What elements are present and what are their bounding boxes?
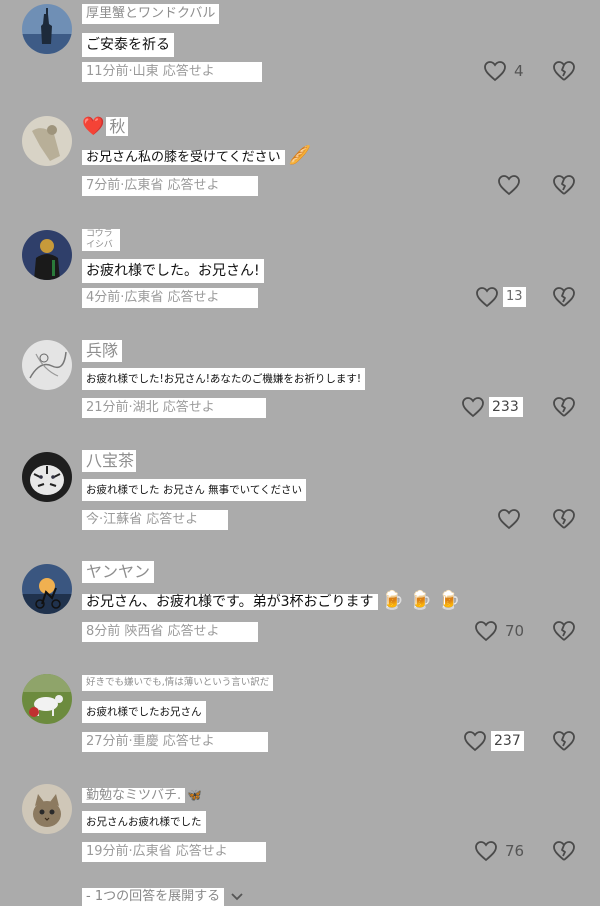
dislike-button[interactable] [552,508,576,530]
dislike-button[interactable] [552,396,576,418]
username[interactable]: ヤンヤン [82,561,155,583]
dislike-button[interactable] [552,730,576,752]
username[interactable]: 八宝茶 [82,450,136,472]
expand-replies-button[interactable]: - 1つの回答を展開する [82,888,225,906]
like-button[interactable]: 70 [474,620,527,642]
comment-item: 八宝茶 お疲れ様でした お兄さん 無事でいてください 今·江蘇省 応答せよ [0,448,600,556]
heart-outline-icon [498,175,520,196]
like-count: 4 [514,62,524,80]
sketch-figure-avatar [22,116,72,166]
like-button[interactable]: 76 [474,840,527,862]
broken-heart-icon [553,509,575,529]
person-back-avatar [22,230,72,280]
beer-emoji-icon: 🍺🍺🍺 [381,590,467,611]
comment-item: 勤勉なミツバチ. 🦋 お兄さんお疲れ様でした 19分前·広東省 応答せよ 76 [0,780,600,888]
chevron-down-icon[interactable] [230,892,244,902]
avatar[interactable] [22,674,72,724]
comment-text: お兄さん、お疲れ様です。弟が3杯おごります 🍺🍺🍺 [82,589,467,614]
comment-text: お兄さん私の膝を受けてください 🥖 [82,145,311,169]
broken-heart-icon [553,621,575,641]
comment-meta: 19分前·広東省 応答せよ [82,842,266,862]
dislike-button[interactable] [552,60,576,82]
like-count: 76 [505,842,525,860]
broken-heart-icon [553,61,575,81]
comment-item: 好きでも嫌いでも,情は薄いという言い訳だ お疲れ様でしたお兄さん 27分前·重慶… [0,670,600,778]
username[interactable]: 兵隊 [82,340,123,362]
comment-item: 兵隊 お疲れ様でした!お兄さん!あなたのご機嫌をお祈りします! 21分前·湖北 … [0,336,600,444]
avatar[interactable] [22,340,72,390]
comment-meta: 7分前·広東省 応答せよ [82,176,258,196]
comment-meta: 11分前·山東 応答せよ [82,62,262,82]
broken-heart-icon [553,841,575,861]
comment-text: お疲れ様でしたお兄さん [82,701,206,723]
heart-outline-icon [484,61,506,82]
white-tiger-avatar [22,452,72,502]
ink-drawing-avatar [22,340,72,390]
heart-outline-icon [462,397,484,418]
dislike-button[interactable] [552,174,576,196]
heart-outline-icon [475,841,497,862]
like-count: 233 [489,397,523,417]
statue-of-liberty-avatar [22,4,72,54]
broken-heart-icon [553,287,575,307]
comment-meta: 21分前·湖北 応答せよ [82,398,266,418]
avatar[interactable] [22,564,72,614]
avatar[interactable] [22,4,72,54]
comment-item: 厚里蟹とワンドクバル ご安泰を祈る 11分前·山東 応答せよ 4 [0,0,600,108]
like-count: 237 [491,731,524,751]
like-button[interactable]: 4 [483,60,527,82]
butterfly-emoji-icon: 🦋 [187,788,203,802]
heart-emoji-icon: ❤️ [82,116,105,137]
comment-item: コウライシバ お疲れ様でした。お兄さん! 4分前·広東省 応答せよ 13 [0,226,600,334]
like-count: 13 [503,287,526,307]
comment-item: ❤️ 秋 お兄さん私の膝を受けてください 🥖 7分前·広東省 応答せよ [0,112,600,220]
avatar[interactable] [22,116,72,166]
comment-meta: 今·江蘇省 応答せよ [82,510,228,530]
comment-meta: 8分前 陝西省 応答せよ [82,622,258,642]
avatar[interactable] [22,452,72,502]
like-button[interactable] [497,508,521,530]
like-button[interactable]: 13 [475,286,526,308]
comment-text: お兄さんお疲れ様でした [82,811,206,833]
comment-text: ご安泰を祈る [82,33,174,57]
like-count: 70 [505,622,525,640]
avatar[interactable] [22,230,72,280]
comment-text: お疲れ様でした。お兄さん! [82,259,264,283]
comment-text: お疲れ様でした!お兄さん!あなたのご機嫌をお祈りします! [82,368,366,390]
avatar[interactable] [22,784,72,834]
cat-avatar [22,784,72,834]
comment-item: ヤンヤン お兄さん、お疲れ様です。弟が3杯おごります 🍺🍺🍺 8分前 陝西省 応答… [0,560,600,668]
username[interactable]: 勤勉なミツバチ. 🦋 [82,785,202,806]
bread-emoji-icon: 🥖 [288,145,312,166]
comment-meta: 4分前·広東省 応答せよ [82,288,258,308]
sunset-cyclist-avatar [22,564,72,614]
heart-outline-icon [475,621,497,642]
broken-heart-icon [553,175,575,195]
heart-outline-icon [464,731,486,752]
comment-text: お疲れ様でした お兄さん 無事でいてください [82,479,307,501]
like-button[interactable]: 233 [461,396,523,418]
username[interactable]: 好きでも嫌いでも,情は薄いという言い訳だ [82,675,274,691]
dislike-button[interactable] [552,840,576,862]
goat-field-avatar [22,674,72,724]
dislike-button[interactable] [552,620,576,642]
broken-heart-icon [553,731,575,751]
like-button[interactable]: 237 [463,730,524,752]
heart-outline-icon [476,287,498,308]
dislike-button[interactable] [552,286,576,308]
broken-heart-icon [553,397,575,417]
like-button[interactable] [497,174,521,196]
heart-outline-icon [498,509,520,530]
comment-meta: 27分前·重慶 応答せよ [82,732,268,752]
username[interactable]: 厚里蟹とワンドクバル [82,4,220,24]
username[interactable]: ❤️ 秋 [82,116,129,138]
username[interactable]: コウライシバ [82,229,120,251]
